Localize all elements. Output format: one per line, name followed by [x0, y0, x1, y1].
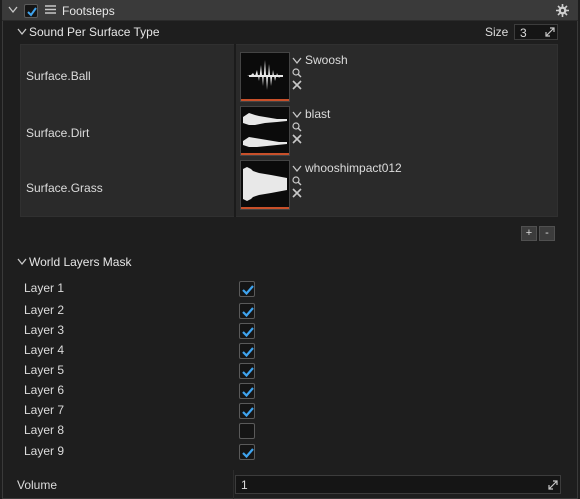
- remove-element-button[interactable]: -: [539, 226, 555, 241]
- layer-checkbox[interactable]: [239, 303, 255, 319]
- sound-section-title: Sound Per Surface Type: [29, 25, 160, 39]
- enabled-checkbox[interactable]: [24, 4, 38, 18]
- hamburger-menu-icon[interactable]: [45, 4, 56, 18]
- layers-section-title: World Layers Mask: [29, 255, 132, 269]
- gear-icon[interactable]: [556, 4, 569, 20]
- surface-label: Surface.Grass: [26, 181, 103, 195]
- surface-label: Surface.Ball: [26, 69, 91, 83]
- resize-arrow-icon: [545, 26, 555, 40]
- chevron-down-icon[interactable]: [292, 111, 302, 121]
- layer-checkbox[interactable]: [239, 323, 255, 339]
- check-icon: [242, 327, 254, 338]
- layer-checkbox[interactable]: [239, 281, 255, 297]
- check-icon: [242, 347, 254, 358]
- volume-label: Volume: [17, 478, 58, 492]
- layer-label: Layer 6: [24, 383, 65, 397]
- check-icon: [242, 285, 254, 296]
- sound-section-chevron-icon[interactable]: [17, 28, 27, 38]
- size-label: Size: [485, 25, 509, 39]
- layers-section-chevron-icon[interactable]: [17, 258, 27, 268]
- waveform-thumbnail[interactable]: [240, 106, 290, 156]
- check-icon: [242, 448, 254, 459]
- layer-checkbox[interactable]: [239, 363, 255, 379]
- layer-checkbox[interactable]: [239, 423, 255, 439]
- resize-arrow-icon: [548, 479, 558, 493]
- close-icon[interactable]: [292, 187, 302, 201]
- volume-input[interactable]: 1: [235, 475, 561, 494]
- clip-bar: [241, 153, 289, 155]
- layer-label: Layer 4: [24, 343, 65, 357]
- size-input[interactable]: 3: [514, 24, 558, 40]
- layer-label: Layer 3: [24, 323, 65, 337]
- size-value: 3: [520, 26, 527, 40]
- surface-label: Surface.Dirt: [26, 126, 90, 140]
- layer-label: Layer 1: [24, 281, 65, 295]
- clip-bar: [241, 207, 289, 209]
- check-icon: [242, 407, 254, 418]
- chevron-down-icon[interactable]: [292, 57, 302, 67]
- layer-checkbox[interactable]: [239, 403, 255, 419]
- layer-label: Layer 5: [24, 363, 65, 377]
- check-icon: [242, 367, 254, 378]
- waveform-thumbnail[interactable]: [240, 160, 290, 210]
- table-divider: [234, 44, 236, 217]
- layer-checkbox[interactable]: [239, 444, 255, 460]
- layer-label: Layer 7: [24, 403, 65, 417]
- layer-label: Layer 9: [24, 444, 65, 458]
- clip-name: Swoosh: [305, 53, 348, 67]
- waveform-thumbnail[interactable]: [240, 52, 290, 102]
- close-icon[interactable]: [292, 133, 302, 147]
- layer-label: Layer 2: [24, 303, 65, 317]
- layer-label: Layer 8: [24, 423, 65, 437]
- chevron-down-icon[interactable]: [292, 165, 302, 175]
- component-title: Footsteps: [62, 4, 115, 18]
- clip-name: blast: [305, 107, 331, 121]
- clip-bar: [241, 99, 289, 101]
- volume-divider: [233, 470, 234, 499]
- layer-checkbox[interactable]: [239, 343, 255, 359]
- volume-value: 1: [241, 478, 248, 492]
- layer-checkbox[interactable]: [239, 383, 255, 399]
- clip-name: whooshimpact012: [305, 161, 402, 175]
- check-icon: [242, 387, 254, 398]
- add-element-button[interactable]: +: [521, 226, 537, 241]
- collapse-chevron-icon[interactable]: [8, 6, 18, 16]
- check-icon: [242, 307, 254, 318]
- close-icon[interactable]: [292, 79, 302, 93]
